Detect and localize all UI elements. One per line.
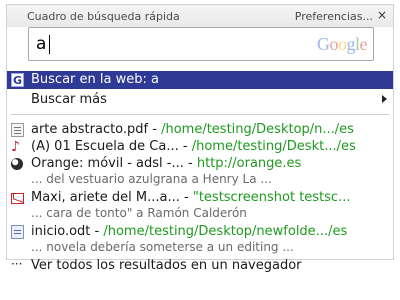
result-path: /home/testing/Deskt.../es: [191, 139, 356, 154]
result-title: arte abstracto.pdf: [31, 122, 149, 137]
result-path: "testscreenshot testsc...: [192, 190, 351, 205]
separator: [11, 114, 389, 115]
submenu-arrow-icon: [382, 95, 387, 103]
document-icon: [11, 225, 24, 239]
google-logo: Google: [316, 34, 367, 54]
mail-icon: [11, 193, 24, 204]
result-snippet: ... novela debería someterse a un editin…: [31, 240, 294, 254]
view-all-item[interactable]: ··· Ver todos los resultados en un naveg…: [7, 257, 393, 275]
window-title: Cuadro de búsqueda rápida: [27, 10, 180, 23]
google-g-icon: G: [11, 73, 24, 87]
result-snippet: ... cara de tonto" a Ramón Calderón: [31, 206, 247, 220]
result-path: http://orange.es: [196, 156, 302, 171]
search-more-item[interactable]: Buscar más: [7, 91, 393, 109]
quick-search-window: Cuadro de búsqueda rápida Preferencias..…: [6, 4, 394, 273]
search-input-value: a: [36, 34, 47, 54]
orange-browser-icon: [11, 158, 23, 170]
result-path: /home/testing/Desktop/n.../es: [161, 122, 354, 137]
result-path: /home/testing/Desktop/newfolde.../es: [103, 224, 348, 239]
search-web-item[interactable]: G Buscar en la web: a: [7, 71, 393, 89]
view-all-label: Ver todos los resultados en un navegador: [31, 258, 302, 273]
search-more-label: Buscar más: [31, 92, 107, 107]
preferences-link[interactable]: Preferencias...: [295, 10, 373, 23]
close-icon[interactable]: ×: [377, 8, 387, 22]
music-note-icon: ♪: [11, 139, 20, 155]
result-title: (A) 01 Escuela de Ca...: [31, 139, 179, 154]
result-title: Maxi, ariete del M...a...: [31, 190, 180, 205]
more-dots-icon: ···: [11, 257, 23, 271]
text-caret: [49, 35, 50, 54]
result-item[interactable]: ♪ (A) 01 Escuela de Ca... - /home/testin…: [7, 138, 393, 156]
result-title: inicio.odt: [31, 224, 91, 239]
search-web-label: Buscar en la web: a: [31, 72, 159, 87]
title-bar: Cuadro de búsqueda rápida Preferencias..…: [7, 5, 393, 27]
search-input[interactable]: a Google: [28, 27, 374, 61]
result-item[interactable]: arte abstracto.pdf - /home/testing/Deskt…: [7, 121, 393, 139]
result-title: Orange: móvil - adsl -...: [31, 156, 184, 171]
result-snippet: ... del vestuario azulgrana a Henry La .…: [31, 172, 272, 186]
pdf-file-icon: [11, 123, 24, 137]
